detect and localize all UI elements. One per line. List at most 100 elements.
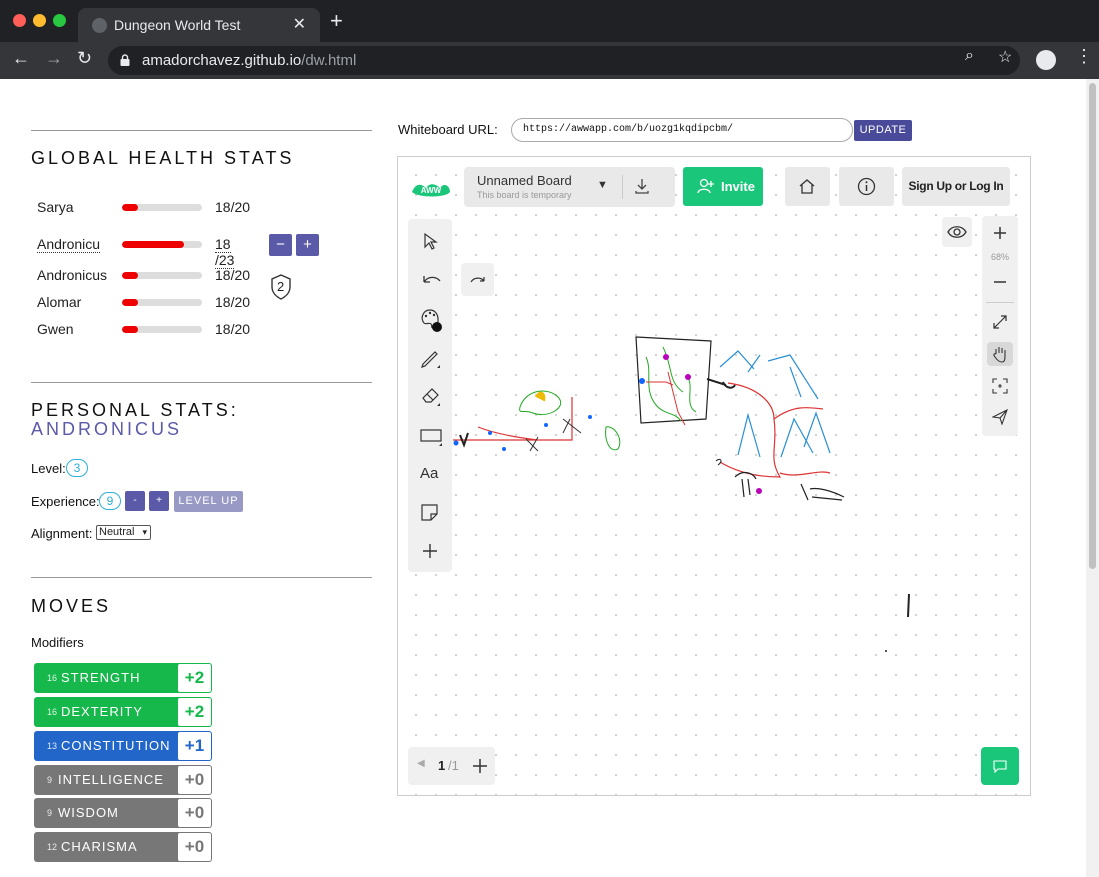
page-navigator: ◀ 1 /1 [408, 747, 495, 785]
hand-icon [993, 347, 1006, 363]
stat-modifier: +0 [178, 833, 211, 861]
sticky-note-icon [421, 504, 438, 521]
back-button[interactable]: ← [12, 48, 30, 69]
alignment-value: Neutral [99, 526, 135, 538]
caret-down-icon: ▼ [597, 179, 608, 191]
current-hp-input[interactable]: 18 [215, 236, 231, 253]
stat-modifier: +0 [178, 799, 211, 827]
character-name: Gwen [37, 321, 74, 337]
zoom-out-icon[interactable] [993, 275, 1007, 289]
stat-score: 12 [47, 842, 58, 852]
fullscreen-icon[interactable] [992, 314, 1008, 330]
stat-name: CONSTITUTION [61, 738, 171, 753]
browser-tab[interactable]: Dungeon World Test ✕ [78, 8, 320, 42]
whiteboard-url-input[interactable]: https://awwapp.com/b/uozg1kqdipcbm/ [511, 118, 853, 142]
bookmark-star-icon[interactable]: ☆ [998, 47, 1012, 67]
stat-strength[interactable]: 16 STRENGTH +2 [34, 663, 212, 693]
experience-label: Experience: [31, 494, 100, 509]
stat-name: CHARISMA [61, 839, 138, 854]
close-window-button[interactable] [13, 14, 26, 27]
add-page-icon[interactable] [472, 758, 488, 774]
personal-stats-title: PERSONAL STATS: [31, 400, 239, 420]
text-tool[interactable]: Aa [408, 459, 452, 489]
board-name: Unnamed Board [477, 173, 572, 188]
chat-button[interactable] [981, 747, 1019, 785]
add-tool[interactable] [408, 536, 452, 566]
reload-button[interactable]: ↻ [77, 48, 92, 69]
color-tool[interactable] [408, 303, 452, 333]
stat-score: 16 [47, 707, 58, 717]
zoom-toolbar: 68% [982, 216, 1018, 436]
divider [31, 130, 372, 131]
menu-kebab-icon[interactable]: ⋮ [1075, 46, 1093, 67]
scrollbar-thumb[interactable] [1089, 83, 1096, 569]
browser-toolbar: ← → ↻ amadorchavez.github.io/dw.html ⌕ ☆… [0, 42, 1099, 79]
health-bar [122, 272, 202, 279]
sign-up-button[interactable]: Sign Up or Log In [902, 167, 1010, 206]
zoom-level: 68% [990, 252, 1009, 262]
divider [622, 175, 623, 199]
shape-tool[interactable] [408, 420, 452, 450]
character-heading: ANDRONICUS [31, 419, 183, 439]
stat-score: 9 [47, 775, 53, 785]
total-pages: /1 [448, 758, 459, 773]
alignment-select[interactable]: Neutral ▾ [96, 525, 151, 540]
lock-icon [120, 54, 130, 66]
stat-wisdom[interactable]: 9 WISDOM +0 [34, 798, 212, 828]
decrease-experience-button[interactable]: - [125, 491, 145, 511]
character-name: Sarya [37, 199, 74, 215]
whiteboard-url-label: Whiteboard URL: [398, 122, 498, 137]
info-button[interactable] [839, 167, 894, 206]
fit-screen-icon[interactable] [992, 378, 1008, 394]
cursor-arrow-icon [424, 232, 438, 250]
new-tab-button[interactable]: + [330, 10, 343, 32]
redo-button[interactable] [461, 263, 494, 296]
home-icon [799, 179, 815, 194]
home-button[interactable] [785, 167, 830, 206]
pencil-tool[interactable] [408, 342, 452, 372]
laser-pointer-icon[interactable] [992, 409, 1008, 425]
aww-logo[interactable]: AWW [410, 178, 452, 200]
stat-modifier: +1 [178, 732, 211, 760]
page-content: GLOBAL HEALTH STATS Sarya 18/20 2 Andron… [0, 79, 1086, 877]
zoom-in-icon[interactable] [993, 226, 1007, 240]
undo-icon [423, 276, 441, 283]
forward-button[interactable]: → [45, 48, 63, 69]
stat-score: 13 [47, 741, 58, 751]
stat-intelligence[interactable]: 9 INTELLIGENCE +0 [34, 765, 212, 795]
invite-button[interactable]: Invite [683, 167, 763, 206]
update-button[interactable]: UPDATE [854, 120, 912, 141]
stat-name: INTELLIGENCE [58, 772, 164, 787]
address-bar[interactable]: amadorchavez.github.io/dw.html [108, 46, 1020, 75]
moves-title: MOVES [31, 596, 112, 616]
previous-page-icon[interactable]: ◀ [417, 758, 425, 769]
download-icon[interactable] [634, 177, 650, 195]
minimize-window-button[interactable] [33, 14, 46, 27]
profile-avatar[interactable] [1036, 50, 1056, 70]
page-scrollbar[interactable] [1086, 79, 1099, 877]
pan-tool[interactable] [987, 342, 1013, 366]
maximize-window-button[interactable] [53, 14, 66, 27]
health-value: 18/20 [215, 294, 251, 310]
palette-icon [421, 309, 442, 332]
eraser-tool[interactable] [408, 380, 452, 410]
sticky-note-tool[interactable] [408, 497, 452, 527]
close-tab-icon[interactable]: ✕ [293, 14, 306, 34]
view-button[interactable] [942, 217, 972, 247]
stat-dexterity[interactable]: 16 DEXTERITY +2 [34, 697, 212, 727]
stat-charisma[interactable]: 12 CHARISMA +0 [34, 832, 212, 862]
level-up-button[interactable]: LEVEL UP [174, 491, 243, 512]
whiteboard-canvas[interactable]: AWW Unnamed Board This board is temporar… [397, 156, 1031, 796]
stat-constitution[interactable]: 13 CONSTITUTION +1 [34, 731, 212, 761]
increase-hp-button[interactable]: + [296, 234, 319, 256]
decrease-hp-button[interactable]: − [269, 234, 292, 256]
increase-experience-button[interactable]: + [149, 491, 169, 511]
globe-icon [92, 18, 107, 33]
zoom-icon[interactable]: ⌕ [965, 47, 974, 65]
select-tool[interactable] [408, 226, 452, 256]
undo-tool[interactable] [408, 265, 452, 295]
character-name-input[interactable]: Andronicu [37, 236, 101, 253]
stat-name: STRENGTH [61, 670, 141, 685]
board-name-menu[interactable]: Unnamed Board This board is temporary ▼ [464, 167, 675, 207]
health-bar [122, 241, 202, 248]
